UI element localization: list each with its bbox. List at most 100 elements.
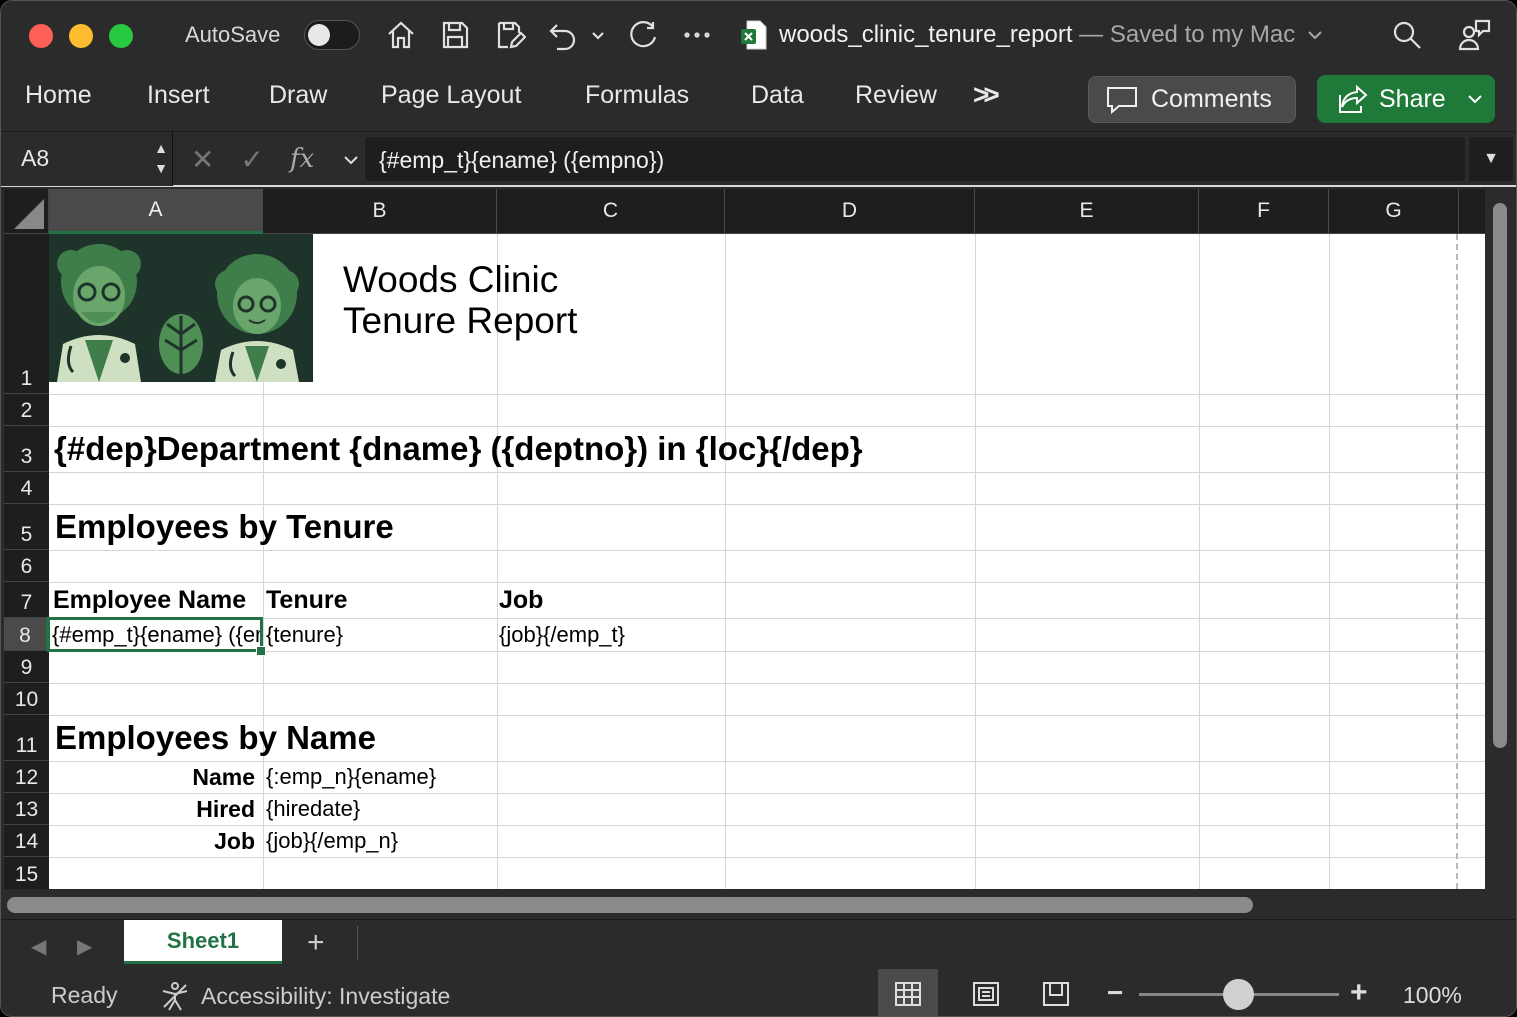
horizontal-scroll-thumb[interactable] <box>7 897 1253 913</box>
page-layout-view-button[interactable] <box>956 969 1016 1016</box>
more-tabs-chevron-icon[interactable]: >> <box>973 79 1000 111</box>
cell-b13[interactable]: {hiredate} <box>266 796 360 822</box>
save-as-icon[interactable] <box>490 15 530 55</box>
cell-b7[interactable]: Tenure <box>266 586 348 615</box>
cell-c7[interactable]: Job <box>499 586 543 615</box>
function-dropdown-icon[interactable] <box>343 154 359 166</box>
insert-function-icon[interactable]: fx <box>290 144 314 174</box>
zoom-in-icon[interactable]: + <box>1350 976 1368 1010</box>
row-header-2[interactable]: 2 <box>4 394 49 426</box>
cell-a13[interactable]: Hired <box>49 796 255 823</box>
cell-a5[interactable]: Employees by Tenure <box>55 508 394 546</box>
undo-dropdown-icon[interactable] <box>583 15 613 55</box>
gridline <box>1329 234 1330 889</box>
report-title-line2: Tenure Report <box>343 300 578 341</box>
vertical-scroll-thumb[interactable] <box>1493 203 1507 748</box>
worksheet-grid[interactable]: A B C D E F G 1 2 3 4 5 6 7 8 9 10 11 12… <box>4 189 1485 889</box>
cell-a14[interactable]: Job <box>49 828 255 855</box>
column-header-d[interactable]: D <box>725 189 975 234</box>
share-dropdown-icon[interactable] <box>1466 92 1484 106</box>
cell-a11[interactable]: Employees by Name <box>55 719 376 757</box>
tab-draw[interactable]: Draw <box>269 81 327 110</box>
zoom-percentage[interactable]: 100% <box>1403 982 1462 1009</box>
tab-page-layout[interactable]: Page Layout <box>381 81 521 110</box>
tab-home[interactable]: Home <box>25 81 92 110</box>
row-header-14[interactable]: 14 <box>4 825 49 857</box>
sheet-tab-sheet1[interactable]: Sheet1 <box>124 920 282 964</box>
comments-button[interactable]: Comments <box>1088 76 1296 123</box>
previous-sheet-icon[interactable]: ◀ <box>31 934 46 959</box>
name-box[interactable]: A8 ▲ ▼ <box>1 132 173 186</box>
select-all-button[interactable] <box>4 189 49 234</box>
cell-b14[interactable]: {job}{/emp_n} <box>266 828 398 854</box>
tab-formulas[interactable]: Formulas <box>585 81 689 110</box>
cell-a12[interactable]: Name <box>49 764 255 791</box>
clinic-logo-image[interactable] <box>49 234 313 382</box>
close-window-button[interactable] <box>29 24 53 48</box>
formula-input[interactable]: {#emp_t}{ename} ({empno}) <box>365 137 1465 181</box>
column-header-c[interactable]: C <box>497 189 725 234</box>
row-header-9[interactable]: 9 <box>4 651 49 683</box>
report-title-cell[interactable]: Woods Clinic Tenure Report <box>343 259 577 341</box>
row-header-7[interactable]: 7 <box>4 582 49 618</box>
cell-c8[interactable]: {job}{/emp_t} <box>499 622 625 648</box>
add-sheet-icon[interactable]: + <box>307 926 325 960</box>
cancel-formula-icon[interactable]: ✕ <box>191 143 214 176</box>
row-header-11[interactable]: 11 <box>4 715 49 761</box>
autosave-label: AutoSave <box>185 22 281 47</box>
column-header-g[interactable]: G <box>1329 189 1459 234</box>
tab-insert[interactable]: Insert <box>147 81 210 110</box>
account-settings-icon[interactable] <box>1455 15 1495 55</box>
fill-handle[interactable] <box>256 646 266 656</box>
column-header-e[interactable]: E <box>975 189 1199 234</box>
document-title[interactable]: woods_clinic_tenure_report — Saved to my… <box>779 21 1324 49</box>
title-dropdown-icon[interactable] <box>1306 28 1324 42</box>
undo-icon[interactable] <box>543 15 583 55</box>
confirm-formula-icon[interactable]: ✓ <box>240 143 263 176</box>
cell-a7[interactable]: Employee Name <box>53 586 261 615</box>
row-header-15[interactable]: 15 <box>4 857 49 889</box>
accessibility-status[interactable]: Accessibility: Investigate <box>159 980 450 1012</box>
search-icon[interactable] <box>1387 15 1427 55</box>
minimize-window-button[interactable] <box>69 24 93 48</box>
excel-file-icon <box>741 20 767 50</box>
name-box-stepper-icon[interactable]: ▲ ▼ <box>154 138 168 178</box>
horizontal-scrollbar[interactable] <box>1 889 1485 919</box>
cell-a3[interactable]: {#dep}Department {dname} ({deptno}) in {… <box>54 430 863 468</box>
row-header-1[interactable]: 1 <box>4 234 49 394</box>
expand-formula-bar-icon[interactable]: ▼ <box>1469 137 1513 181</box>
tab-data[interactable]: Data <box>751 81 804 110</box>
tab-review[interactable]: Review <box>855 81 937 110</box>
autosave-toggle[interactable] <box>304 20 360 50</box>
row-header-10[interactable]: 10 <box>4 683 49 715</box>
row-header-3[interactable]: 3 <box>4 426 49 472</box>
cell-b8[interactable]: {tenure} <box>266 622 343 648</box>
gridline <box>975 234 976 889</box>
gridline <box>49 857 1485 858</box>
accessibility-label: Accessibility: Investigate <box>201 982 451 1009</box>
share-button[interactable]: Share <box>1317 75 1495 123</box>
zoom-slider-knob[interactable] <box>1223 979 1254 1010</box>
redo-icon[interactable] <box>623 15 663 55</box>
column-header-h[interactable] <box>1459 189 1485 234</box>
row-header-4[interactable]: 4 <box>4 472 49 504</box>
column-header-a[interactable]: A <box>49 189 263 234</box>
title-bar: AutoSave woods_clinic_tenure_report — Sa… <box>1 1 1516 69</box>
save-icon[interactable] <box>435 15 475 55</box>
row-header-6[interactable]: 6 <box>4 550 49 582</box>
column-header-f[interactable]: F <box>1199 189 1329 234</box>
cell-b12[interactable]: {:emp_n}{ename} <box>266 764 436 790</box>
zoom-out-icon[interactable]: − <box>1107 977 1123 1009</box>
home-icon[interactable] <box>381 15 421 55</box>
row-header-13[interactable]: 13 <box>4 793 49 825</box>
vertical-scrollbar[interactable] <box>1485 189 1516 919</box>
row-header-12[interactable]: 12 <box>4 761 49 793</box>
row-header-5[interactable]: 5 <box>4 504 49 550</box>
next-sheet-icon[interactable]: ▶ <box>77 934 92 959</box>
normal-view-button[interactable] <box>878 969 938 1016</box>
maximize-window-button[interactable] <box>109 24 133 48</box>
column-header-b[interactable]: B <box>263 189 497 234</box>
page-break-preview-button[interactable] <box>1026 969 1086 1016</box>
more-options-icon[interactable] <box>677 15 717 55</box>
row-header-8[interactable]: 8 <box>4 618 49 651</box>
